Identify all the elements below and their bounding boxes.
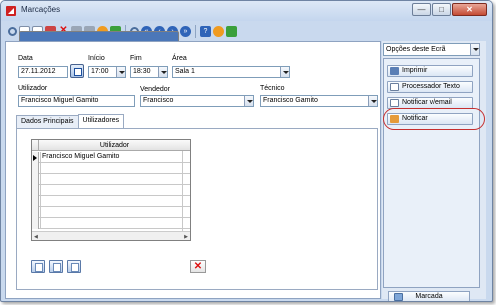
grid-corner (32, 140, 39, 151)
table-cell[interactable] (40, 207, 190, 218)
row-selector[interactable] (32, 196, 39, 207)
email-icon (390, 99, 399, 107)
notify-icon (390, 115, 399, 123)
minimize-button[interactable]: — (412, 3, 431, 16)
tab-strip: Dados Principais Utilizadores (16, 114, 125, 128)
chevron-down-icon[interactable] (280, 67, 289, 77)
word-processor-button[interactable]: Processador Texto (387, 81, 473, 93)
calendar-picker-button[interactable] (70, 64, 84, 78)
end-time-select[interactable]: 18:30 (130, 66, 168, 78)
start-time-select[interactable]: 17:00 (88, 66, 126, 78)
app-window: Marcações — □ ✕ ✕ « ‹ › » ? Data 27.11.2… (0, 0, 493, 302)
notify-button[interactable]: Notificar (387, 113, 473, 125)
options-select-label: Opções deste Ecrã (386, 46, 446, 53)
start-time-value: 17:00 (91, 68, 109, 75)
tecnico-select[interactable]: Francisco Gamito (260, 95, 378, 107)
table-cell[interactable]: Francisco Miguel Gamito (40, 152, 190, 163)
title-bar: Marcações — □ ✕ (1, 1, 492, 21)
row-selector[interactable] (32, 218, 39, 229)
table-row[interactable] (32, 196, 190, 207)
utilizador-label: Utilizador (18, 85, 48, 92)
current-row-icon (33, 155, 37, 161)
table-row[interactable] (32, 163, 190, 174)
grid-column-divider (182, 151, 183, 231)
close-button[interactable]: ✕ (452, 3, 487, 16)
fim-label: Fim (130, 55, 142, 62)
vendedor-value: Francisco (143, 97, 174, 104)
vendedor-select[interactable]: Francisco (140, 95, 254, 107)
toolbar: ✕ « ‹ › » ? (5, 21, 379, 133)
toolbar-separator (195, 24, 196, 38)
area-select[interactable]: Sala 1 (172, 66, 290, 78)
row-selector[interactable] (32, 174, 39, 185)
marcada-label: Marcada (415, 293, 443, 300)
document-icon (390, 83, 399, 91)
options-panel: Imprimir Processador Texto Notificar v/e… (383, 58, 480, 301)
calendar-row-button[interactable] (67, 260, 81, 273)
data-label: Data (18, 55, 33, 62)
settings-icon[interactable] (213, 25, 224, 37)
table-row[interactable] (32, 185, 190, 196)
marcada-button[interactable]: Marcada (388, 291, 470, 301)
maximize-button[interactable]: □ (432, 3, 451, 16)
users-grid[interactable]: Utilizador Francisco Miguel Gamito ◀ ▶ (31, 139, 191, 241)
word-processor-label: Processador Texto (402, 83, 460, 90)
row-selector[interactable] (32, 185, 39, 196)
area-label: Área (172, 55, 187, 62)
help-icon[interactable]: ? (200, 25, 211, 37)
table-row[interactable] (32, 174, 190, 185)
edit-row-button[interactable] (49, 260, 63, 273)
row-selector[interactable] (32, 163, 39, 174)
row-selector[interactable] (32, 152, 39, 163)
inicio-label: Início (88, 55, 105, 62)
notify-email-label: Notificar v/email (402, 99, 452, 106)
tecnico-label: Técnico (260, 85, 285, 92)
print-button[interactable]: Imprimir (387, 65, 473, 77)
column-header-utilizador[interactable]: Utilizador (39, 140, 190, 151)
exit-icon[interactable] (226, 25, 237, 37)
table-row[interactable] (32, 218, 190, 229)
vendedor-label: Vendedor (140, 86, 170, 93)
table-row[interactable]: Francisco Miguel Gamito (32, 152, 190, 163)
print-button-label: Imprimir (402, 67, 428, 74)
delete-row-button[interactable]: ✕ (190, 260, 206, 273)
chevron-down-icon[interactable] (470, 43, 480, 56)
notify-email-button[interactable]: Notificar v/email (387, 97, 473, 109)
search-icon[interactable] (8, 26, 17, 36)
scroll-left-icon[interactable]: ◀ (34, 234, 38, 240)
options-select[interactable]: Opções deste Ecrã (383, 43, 480, 56)
table-cell[interactable] (40, 163, 190, 174)
row-selector[interactable] (32, 207, 39, 218)
horizontal-scrollbar[interactable]: ◀ ▶ (32, 231, 190, 240)
chevron-down-icon[interactable] (244, 96, 253, 106)
window-controls: — □ ✕ (412, 3, 487, 16)
notify-label: Notificar (402, 115, 428, 122)
options-pane: Opções deste Ecrã Imprimir Processador T… (382, 41, 486, 301)
area-value: Sala 1 (175, 68, 195, 75)
printer-icon (390, 67, 399, 75)
end-time-value: 18:30 (133, 68, 151, 75)
table-row[interactable] (32, 207, 190, 218)
scroll-right-icon[interactable]: ▶ (184, 234, 188, 240)
table-cell[interactable] (40, 218, 190, 229)
table-cell[interactable] (40, 196, 190, 207)
date-field[interactable]: 27.11.2012 (18, 66, 68, 78)
tab-dados-principais[interactable]: Dados Principais (16, 115, 79, 128)
grid-header: Utilizador (32, 140, 190, 151)
table-cell[interactable] (40, 185, 190, 196)
app-logo-icon (6, 6, 16, 16)
marcada-icon (394, 293, 403, 301)
chevron-down-icon[interactable] (116, 67, 125, 77)
table-cell[interactable] (40, 174, 190, 185)
tab-panel-utilizadores: Utilizador Francisco Miguel Gamito ◀ ▶ ✕ (16, 128, 378, 290)
chevron-down-icon[interactable] (368, 96, 377, 106)
window-title: Marcações (21, 5, 61, 14)
utilizador-field[interactable]: Francisco Miguel Gamito (18, 95, 135, 107)
new-row-button[interactable] (31, 260, 45, 273)
nav-last-icon[interactable]: » (180, 25, 191, 37)
tecnico-value: Francisco Gamito (263, 97, 318, 104)
tab-utilizadores[interactable]: Utilizadores (77, 114, 125, 128)
chevron-down-icon[interactable] (158, 67, 167, 77)
main-form: Data 27.11.2012 Início 17:00 Fim 18:30 Á… (5, 41, 381, 299)
